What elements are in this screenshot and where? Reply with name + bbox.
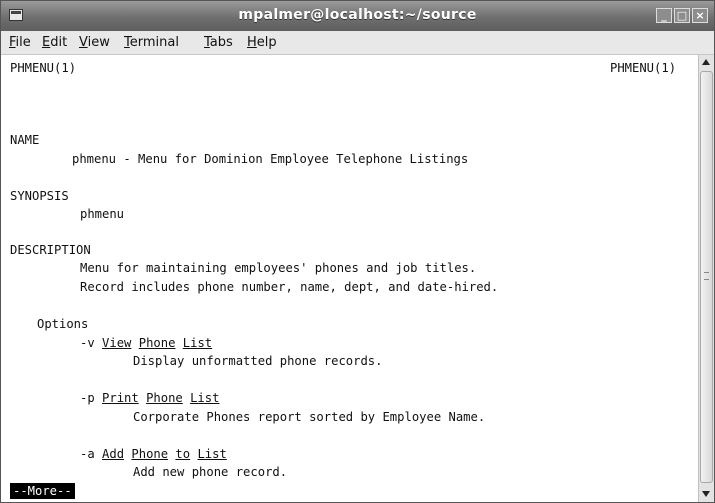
menu-file[interactable]: File (9, 35, 31, 50)
option-flag: -v (80, 336, 95, 350)
option-word: View (102, 336, 132, 350)
man-header-right: PHMENU(1) (610, 61, 677, 75)
more-prompt: --More-- (10, 483, 75, 499)
option-word: Phone (138, 336, 176, 350)
option-v: -v View Phone List (80, 336, 212, 350)
minimize-button[interactable]: _ (656, 8, 672, 23)
scroll-thumb[interactable] (700, 71, 713, 483)
option-word: List (182, 336, 213, 350)
menu-terminal[interactable]: Terminal (124, 35, 179, 50)
scroll-down-arrow-icon[interactable] (699, 486, 714, 502)
option-a-description: Add new phone record. (133, 465, 288, 479)
man-header-left: PHMENU(1) (10, 61, 77, 75)
menu-edit[interactable]: Edit (42, 35, 67, 50)
option-flag: -a (80, 447, 95, 461)
description-line-2: Record includes phone number, name, dept… (80, 280, 499, 294)
option-p: -p Print Phone List (80, 391, 219, 405)
close-button[interactable]: × (692, 8, 708, 23)
vertical-scrollbar[interactable] (698, 55, 714, 502)
window-controls: _ □ × (656, 8, 708, 23)
option-flag: -p (80, 391, 95, 405)
menu-tabs[interactable]: Tabs (204, 35, 233, 50)
option-word: Phone (131, 447, 169, 461)
terminal-output[interactable]: PHMENU(1) PHMENU(1) NAME phmenu - Menu f… (1, 55, 698, 502)
name-text: phmenu - Menu for Dominion Employee Tele… (72, 152, 469, 166)
description-line-1: Menu for maintaining employees' phones a… (80, 261, 477, 275)
window-title: mpalmer@localhost:~/source (238, 7, 477, 23)
menu-view[interactable]: View (79, 35, 110, 50)
option-word: Add (102, 447, 125, 461)
scroll-up-arrow-icon[interactable] (699, 55, 714, 71)
option-a: -a Add Phone to List (80, 447, 227, 461)
option-word: Phone (146, 391, 183, 405)
menu-help[interactable]: Help (247, 35, 277, 50)
synopsis-text: phmenu (80, 207, 125, 221)
title-bar[interactable]: mpalmer@localhost:~/source _ □ × (1, 1, 714, 31)
options-heading: Options (37, 317, 89, 331)
name-heading: NAME (10, 133, 40, 147)
synopsis-heading: SYNOPSIS (10, 189, 69, 203)
option-v-description: Display unformatted phone records. (133, 354, 383, 368)
option-word: List (197, 447, 227, 461)
option-word: Print (102, 391, 139, 405)
terminal-window: mpalmer@localhost:~/source _ □ × File Ed… (0, 0, 715, 503)
maximize-button[interactable]: □ (674, 8, 690, 23)
option-word: to (175, 447, 191, 461)
option-word: List (190, 391, 220, 405)
menu-bar: File Edit View Terminal Tabs Help (1, 31, 714, 55)
option-p-description: Corporate Phones report sorted by Employ… (133, 410, 486, 424)
description-heading: DESCRIPTION (10, 243, 91, 257)
